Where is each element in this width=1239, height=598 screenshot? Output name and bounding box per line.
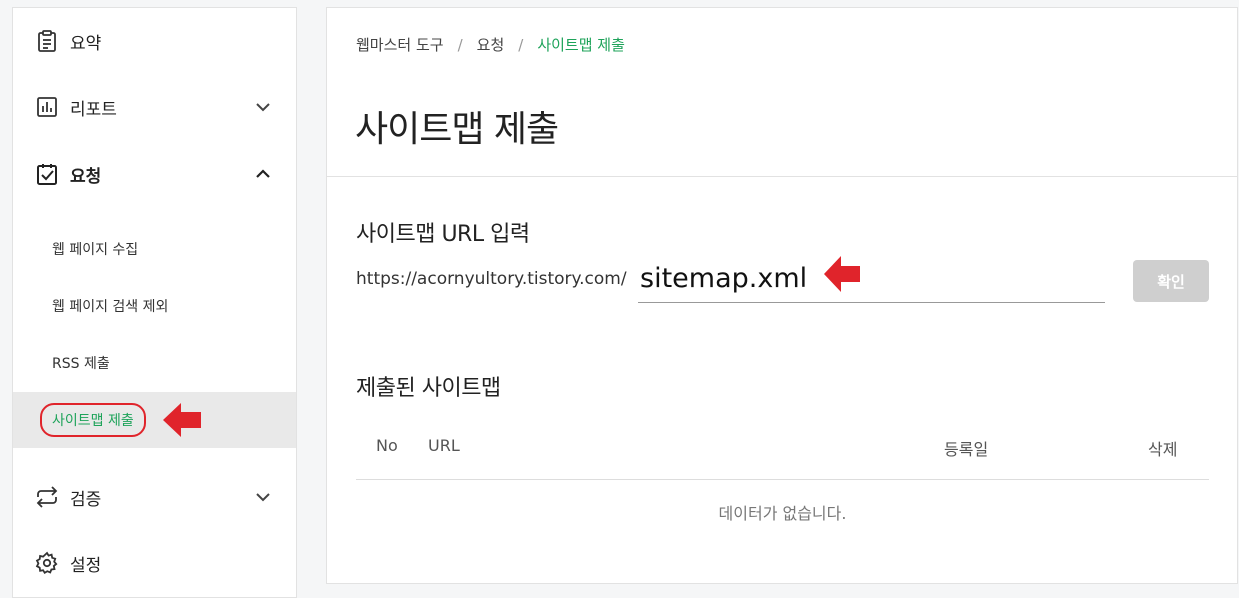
- red-arrow-left-icon: [824, 256, 860, 292]
- sidebar-subitem-web-page-collect[interactable]: 웹 페이지 수집: [13, 221, 296, 277]
- sidebar-item-request[interactable]: 요청: [13, 154, 296, 194]
- breadcrumb-separator: /: [518, 36, 524, 54]
- table-empty-message: 데이터가 없습니다.: [718, 504, 847, 523]
- clipboard-check-icon: [37, 164, 57, 185]
- sidebar-item-verify[interactable]: 검증: [13, 477, 296, 517]
- sidebar-item-settings[interactable]: 설정: [13, 543, 296, 583]
- sidebar-item-report[interactable]: 리포트: [13, 87, 296, 127]
- sidebar-item-label: 요청: [70, 166, 102, 187]
- repeat-icon: [36, 486, 58, 508]
- sidebar-item-label: 리포트: [70, 99, 117, 120]
- chevron-down-icon[interactable]: [253, 97, 273, 117]
- url-section-title: 사이트맵 URL 입력: [356, 222, 530, 247]
- column-header-no: No: [376, 436, 398, 455]
- sidebar-subitem-web-page-exclude[interactable]: 웹 페이지 검색 제외: [13, 278, 296, 334]
- sidebar-subitem-label: 사이트맵 제출: [40, 403, 146, 437]
- clipboard-icon: [38, 30, 56, 52]
- sidebar-subitem-label: 웹 페이지 수집: [52, 242, 139, 258]
- sidebar-subitem-label: RSS 제출: [52, 356, 110, 372]
- table-header: No URL 등록일 삭제: [356, 424, 1209, 480]
- sidebar: 요약 리포트 요청 웹 페이지 수집 웹 페이지 검색 제외 RSS 제출 사이…: [12, 7, 297, 598]
- confirm-button[interactable]: 확인: [1133, 260, 1209, 302]
- sidebar-item-summary[interactable]: 요약: [13, 21, 296, 61]
- url-prefix: https://acornyultory.tistory.com/: [356, 269, 627, 289]
- red-arrow-left-icon: [163, 403, 201, 437]
- page-title: 사이트맵 제출: [355, 109, 559, 150]
- column-header-url: URL: [428, 436, 460, 455]
- breadcrumb-separator: /: [457, 36, 463, 54]
- chart-icon: [37, 97, 57, 117]
- chevron-down-icon[interactable]: [253, 487, 273, 507]
- sidebar-subitem-sitemap-submit[interactable]: 사이트맵 제출: [13, 392, 296, 448]
- submitted-section-title: 제출된 사이트맵: [356, 376, 501, 401]
- url-input-wrapper: [638, 254, 1105, 303]
- column-header-delete: 삭제: [1148, 440, 1178, 459]
- sidebar-item-label: 검증: [70, 489, 102, 510]
- chevron-up-icon[interactable]: [253, 164, 273, 184]
- sitemap-url-input[interactable]: [638, 254, 1105, 302]
- gear-icon: [35, 551, 58, 575]
- section-divider: [327, 176, 1237, 177]
- breadcrumb-current: 사이트맵 제출: [537, 36, 625, 54]
- breadcrumb: 웹마스터 도구 / 요청 / 사이트맵 제출: [356, 34, 625, 55]
- sidebar-item-label: 요약: [70, 33, 102, 54]
- main-panel: 웹마스터 도구 / 요청 / 사이트맵 제출 사이트맵 제출 사이트맵 URL 입력 h…: [326, 7, 1238, 584]
- breadcrumb-item[interactable]: 웹마스터 도구: [356, 36, 444, 54]
- sidebar-subitem-rss-submit[interactable]: RSS 제출: [13, 335, 296, 391]
- sidebar-item-label: 설정: [70, 555, 102, 576]
- sidebar-subitem-label: 웹 페이지 검색 제외: [52, 299, 169, 315]
- breadcrumb-item[interactable]: 요청: [477, 36, 505, 54]
- column-header-registered-date: 등록일: [944, 440, 989, 459]
